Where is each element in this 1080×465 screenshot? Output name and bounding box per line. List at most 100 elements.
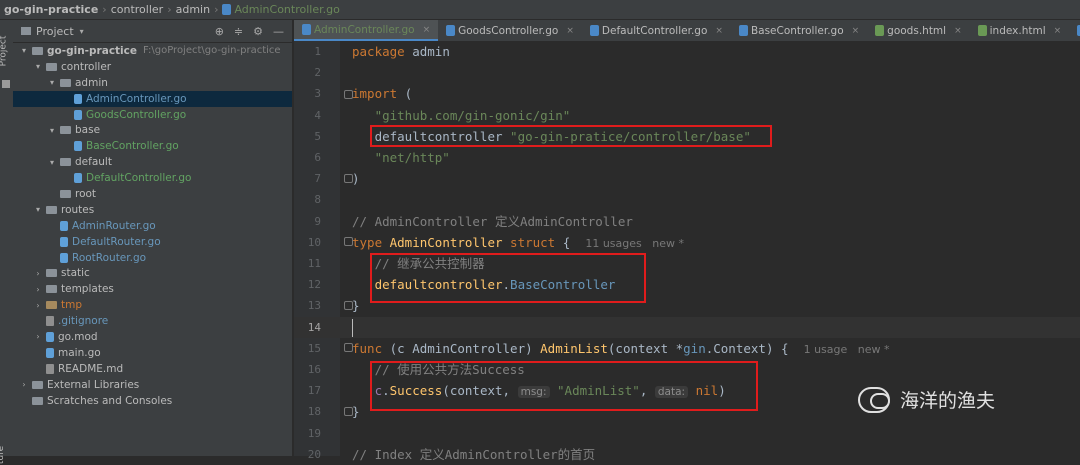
fold-toggle-icon[interactable]	[344, 343, 353, 352]
usages-hint[interactable]: 11 usages new *	[585, 237, 684, 250]
breadcrumb-folder-admin[interactable]: admin	[176, 3, 210, 16]
fold-toggle-icon[interactable]	[344, 90, 353, 99]
tree-item[interactable]: DefaultRouter.go	[13, 234, 292, 250]
close-icon[interactable]: ×	[954, 26, 962, 36]
editor-tab[interactable]: GoodsController.go ×	[438, 20, 582, 41]
minimize-icon[interactable]: —	[273, 25, 284, 38]
punctuation: )	[352, 171, 360, 187]
tree-item[interactable]: › go.mod	[13, 329, 292, 345]
close-icon[interactable]: ×	[566, 26, 574, 36]
chevron-right-icon[interactable]: ›	[19, 380, 29, 389]
fold-toggle-icon[interactable]	[344, 237, 353, 246]
close-icon[interactable]: ×	[852, 26, 860, 36]
line-number: 7	[314, 172, 321, 186]
chevron-right-icon[interactable]: ›	[33, 285, 43, 294]
tree-item-label: tmp	[61, 299, 83, 312]
chevron-down-icon[interactable]: ▾	[19, 46, 29, 55]
line-number: 9	[314, 214, 321, 228]
left-tool-stripe: Project ture	[0, 20, 14, 464]
tree-item[interactable]: GoodsController.go	[13, 107, 292, 123]
editor-tabs: AdminController.go × GoodsController.go × De…	[294, 20, 1080, 41]
tree-item[interactable]: root	[13, 186, 292, 202]
code-line-6: 6 "net/http"	[294, 147, 1080, 168]
receiver: (c AdminController)	[382, 340, 541, 356]
tree-item[interactable]: ▾ routes	[13, 202, 292, 218]
tab-label: index.html	[989, 24, 1046, 37]
punctuation: {	[555, 234, 571, 250]
chevron-right-icon[interactable]: ›	[33, 269, 43, 278]
params: .Context) {	[705, 340, 789, 356]
watermark-text: 海洋的渔夫	[900, 390, 996, 412]
breadcrumb-project[interactable]: go-gin-practice	[4, 3, 98, 16]
editor-tab[interactable]: BaseController.go ×	[731, 20, 867, 41]
comment: // Index 定义AdminController的首页	[352, 446, 596, 462]
tree-item[interactable]: ▾ base	[13, 122, 292, 138]
target-icon[interactable]: ⊕	[215, 25, 224, 38]
chevron-down-icon[interactable]: ▾	[47, 126, 57, 135]
editor-tab[interactable]: DefaultController.go ×	[582, 20, 731, 41]
editor-tab[interactable]: index.html ×	[970, 20, 1070, 41]
keyword: func	[352, 340, 383, 356]
project-panel-title[interactable]: Project	[36, 25, 74, 38]
folder-icon	[46, 62, 57, 71]
html-file-icon	[977, 25, 987, 36]
tree-item-label: controller	[61, 60, 112, 73]
wechat-icon	[858, 386, 890, 413]
keyword: import	[352, 86, 398, 102]
close-icon[interactable]: ×	[1054, 26, 1062, 36]
tree-item[interactable]: RootRouter.go	[13, 250, 292, 266]
code-line-3: 3 import (	[294, 83, 1080, 104]
tree-item[interactable]: ▾ controller	[13, 59, 292, 75]
tab-label: GoodsController.go	[458, 24, 559, 37]
chevron-down-icon[interactable]: ▾	[47, 158, 57, 167]
fold-toggle-icon[interactable]	[344, 174, 353, 183]
fold-toggle-icon[interactable]	[344, 407, 353, 416]
structure-tool-button[interactable]: ture	[0, 446, 6, 464]
tree-item[interactable]: › static	[13, 265, 292, 281]
editor-tab[interactable]: goods.html ×	[867, 20, 969, 41]
chevron-down-icon[interactable]: ▾	[47, 78, 57, 87]
tree-item[interactable]: › templates	[13, 281, 292, 297]
tree-item[interactable]: AdminController.go	[13, 90, 292, 107]
library-icon	[32, 380, 43, 389]
chevron-down-icon[interactable]: ▾	[33, 205, 43, 214]
fold-toggle-icon[interactable]	[344, 301, 353, 310]
close-icon[interactable]: ×	[423, 25, 431, 35]
tree-item[interactable]: ▾ admin	[13, 75, 292, 91]
go-file-icon	[302, 24, 311, 35]
tree-item[interactable]: BaseController.go	[13, 138, 292, 154]
editor-tab[interactable]: AdminRoute	[1069, 20, 1080, 41]
project-tool-icon[interactable]	[2, 80, 10, 88]
library-icon	[32, 396, 43, 405]
tree-item[interactable]: DefaultController.go	[13, 170, 292, 186]
tree-item[interactable]: main.go	[13, 345, 292, 361]
editor-tab[interactable]: AdminController.go ×	[294, 20, 439, 41]
package-ref: gin	[683, 340, 706, 356]
close-icon[interactable]: ×	[715, 26, 723, 36]
tree-item[interactable]: › tmp	[13, 297, 292, 313]
gear-icon[interactable]: ⚙	[253, 25, 263, 38]
text-caret	[352, 318, 353, 337]
breadcrumb-folder-controller[interactable]: controller	[111, 3, 163, 16]
chevron-down-icon[interactable]: ▾	[80, 27, 84, 36]
tree-item[interactable]: AdminRouter.go	[13, 218, 292, 234]
tree-item-label: root	[75, 187, 97, 200]
usages-hint[interactable]: 1 usage new *	[804, 343, 890, 356]
tree-item-label: main.go	[58, 346, 101, 359]
chevron-right-icon[interactable]: ›	[33, 332, 43, 341]
tree-item[interactable]: README.md	[13, 361, 292, 377]
project-tool-button[interactable]: Project	[0, 36, 8, 67]
tree-item[interactable]: › External Libraries	[13, 377, 292, 393]
tree-item[interactable]: ▾ default	[13, 154, 292, 170]
tree-item[interactable]: Scratches and Consoles	[13, 393, 292, 409]
tree-item[interactable]: .gitignore	[13, 313, 292, 329]
line-number: 18	[307, 405, 321, 419]
breadcrumb-file[interactable]: AdminController.go	[234, 3, 339, 16]
tree-item[interactable]: ▾ go-gin-practice F:\goProject\go-gin-prac…	[13, 43, 292, 59]
chevron-right-icon[interactable]: ›	[33, 301, 43, 310]
chevron-down-icon[interactable]: ▾	[33, 62, 43, 71]
tree-item-label: RootRouter.go	[72, 251, 147, 264]
code-line-15: 15 func (c AdminController) AdminList(con…	[294, 338, 1080, 359]
keyword: type	[352, 234, 383, 250]
collapse-icon[interactable]: ≑	[234, 25, 243, 38]
